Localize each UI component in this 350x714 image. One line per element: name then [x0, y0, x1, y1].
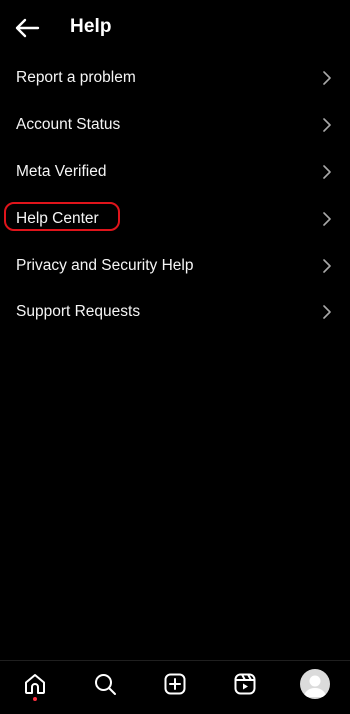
bottom-nav	[0, 661, 350, 714]
menu-item-label: Report a problem	[16, 69, 136, 87]
menu-item-label: Account Status	[16, 116, 121, 134]
create-post-icon	[164, 673, 186, 695]
nav-home-button[interactable]	[20, 669, 50, 699]
menu-item-label: Help Center	[16, 209, 99, 227]
reels-icon	[234, 673, 256, 695]
chevron-right-icon	[322, 304, 332, 320]
menu-item-account-status[interactable]: Account Status	[0, 102, 350, 149]
menu-item-label: Support Requests	[16, 303, 141, 321]
nav-create-button[interactable]	[160, 669, 190, 699]
home-icon	[25, 674, 45, 694]
default-avatar-icon	[304, 675, 326, 697]
search-icon	[95, 674, 116, 695]
notification-dot	[33, 697, 37, 701]
chevron-right-icon	[322, 117, 332, 133]
page-title: Help	[70, 16, 112, 37]
menu-item-help-center[interactable]: Help Center	[0, 195, 350, 242]
menu-item-meta-verified[interactable]: Meta Verified	[0, 149, 350, 196]
chevron-right-icon	[322, 258, 332, 274]
nav-reels-button[interactable]	[230, 669, 260, 699]
menu-item-support-requests[interactable]: Support Requests	[0, 289, 350, 336]
chevron-right-icon	[322, 70, 332, 86]
menu-item-label: Privacy and Security Help	[16, 256, 194, 274]
profile-avatar[interactable]	[300, 669, 330, 699]
chevron-right-icon	[322, 164, 332, 180]
nav-search-button[interactable]	[90, 669, 120, 699]
menu-item-report-a-problem[interactable]: Report a problem	[0, 55, 350, 102]
help-menu: Report a problem Account Status Meta Ver…	[0, 55, 350, 336]
chevron-right-icon	[322, 211, 332, 227]
arrow-left-icon	[15, 18, 40, 38]
header-bar: Help	[0, 0, 350, 56]
menu-item-label: Meta Verified	[16, 162, 107, 180]
back-button[interactable]	[10, 12, 44, 44]
menu-item-privacy-and-security-help[interactable]: Privacy and Security Help	[0, 242, 350, 289]
